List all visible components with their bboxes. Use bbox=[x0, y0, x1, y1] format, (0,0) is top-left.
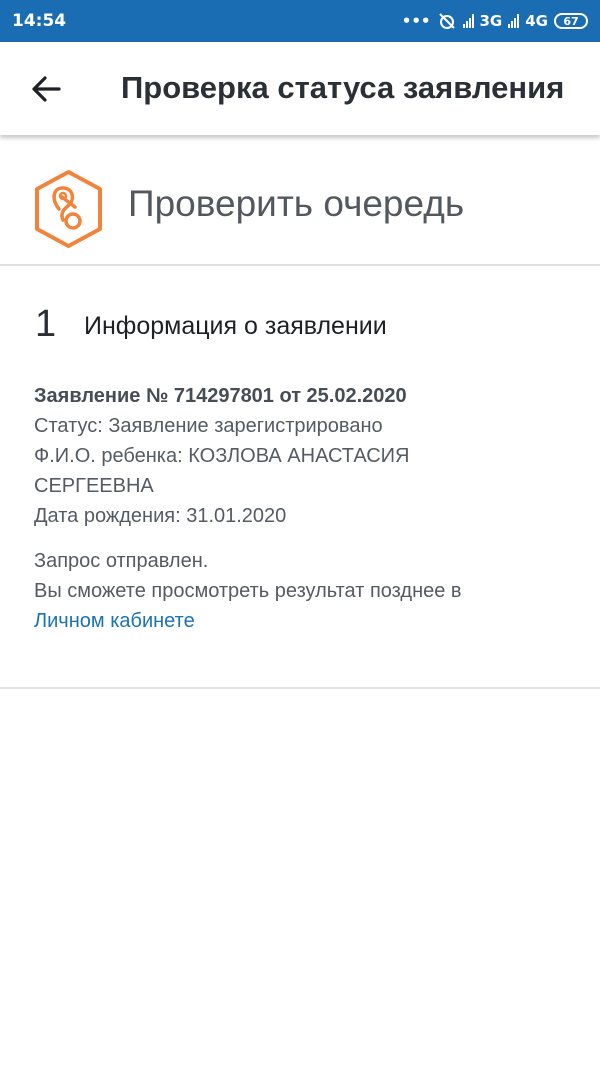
battery-level: 67 bbox=[563, 14, 579, 28]
app-bar: Проверка статуса заявления bbox=[0, 42, 600, 135]
result-later-text: Вы сможете просмотреть результат позднее… bbox=[34, 580, 462, 602]
application-info: Заявление № 714297801 от 25.02.2020 Стат… bbox=[34, 381, 574, 636]
step-number: 1 bbox=[35, 303, 57, 345]
request-sent-text: Запрос отправлен. bbox=[34, 550, 209, 572]
status-time: 14:54 bbox=[12, 11, 67, 31]
arrow-left-icon[interactable] bbox=[27, 69, 67, 109]
child-name: Ф.И.О. ребенка: КОЗЛОВА АНАСТАСИЯ bbox=[34, 445, 410, 467]
status-bar: 14:54 ••• 3G 4G 67 bbox=[0, 0, 600, 42]
page-title: Проверка статуса заявления bbox=[121, 70, 565, 105]
network-3g-label: 3G bbox=[479, 12, 503, 30]
status-icons: ••• 3G 4G 67 bbox=[402, 11, 588, 31]
alarm-off-icon bbox=[438, 13, 455, 29]
divider bbox=[0, 687, 600, 689]
signal-icon bbox=[508, 14, 520, 28]
queue-title: Проверить очередь bbox=[128, 183, 465, 224]
child-name-continued: СЕРГЕЕВНА bbox=[34, 475, 154, 497]
divider bbox=[0, 264, 600, 266]
application-status: Статус: Заявление зарегистрировано bbox=[34, 415, 383, 437]
more-notifications-icon: ••• bbox=[401, 12, 431, 30]
battery-icon: 67 bbox=[554, 13, 588, 29]
signal-icon bbox=[462, 14, 474, 28]
pacifier-icon bbox=[35, 170, 102, 248]
birth-date: Дата рождения: 31.01.2020 bbox=[34, 505, 287, 527]
network-4g-label: 4G bbox=[525, 12, 548, 30]
queue-section-header: Проверить очередь bbox=[0, 135, 600, 265]
application-number: Заявление № 714297801 от 25.02.2020 bbox=[34, 385, 407, 407]
personal-cabinet-link[interactable]: Личном кабинете bbox=[34, 606, 574, 636]
step-title: Информация о заявлении bbox=[84, 312, 387, 340]
